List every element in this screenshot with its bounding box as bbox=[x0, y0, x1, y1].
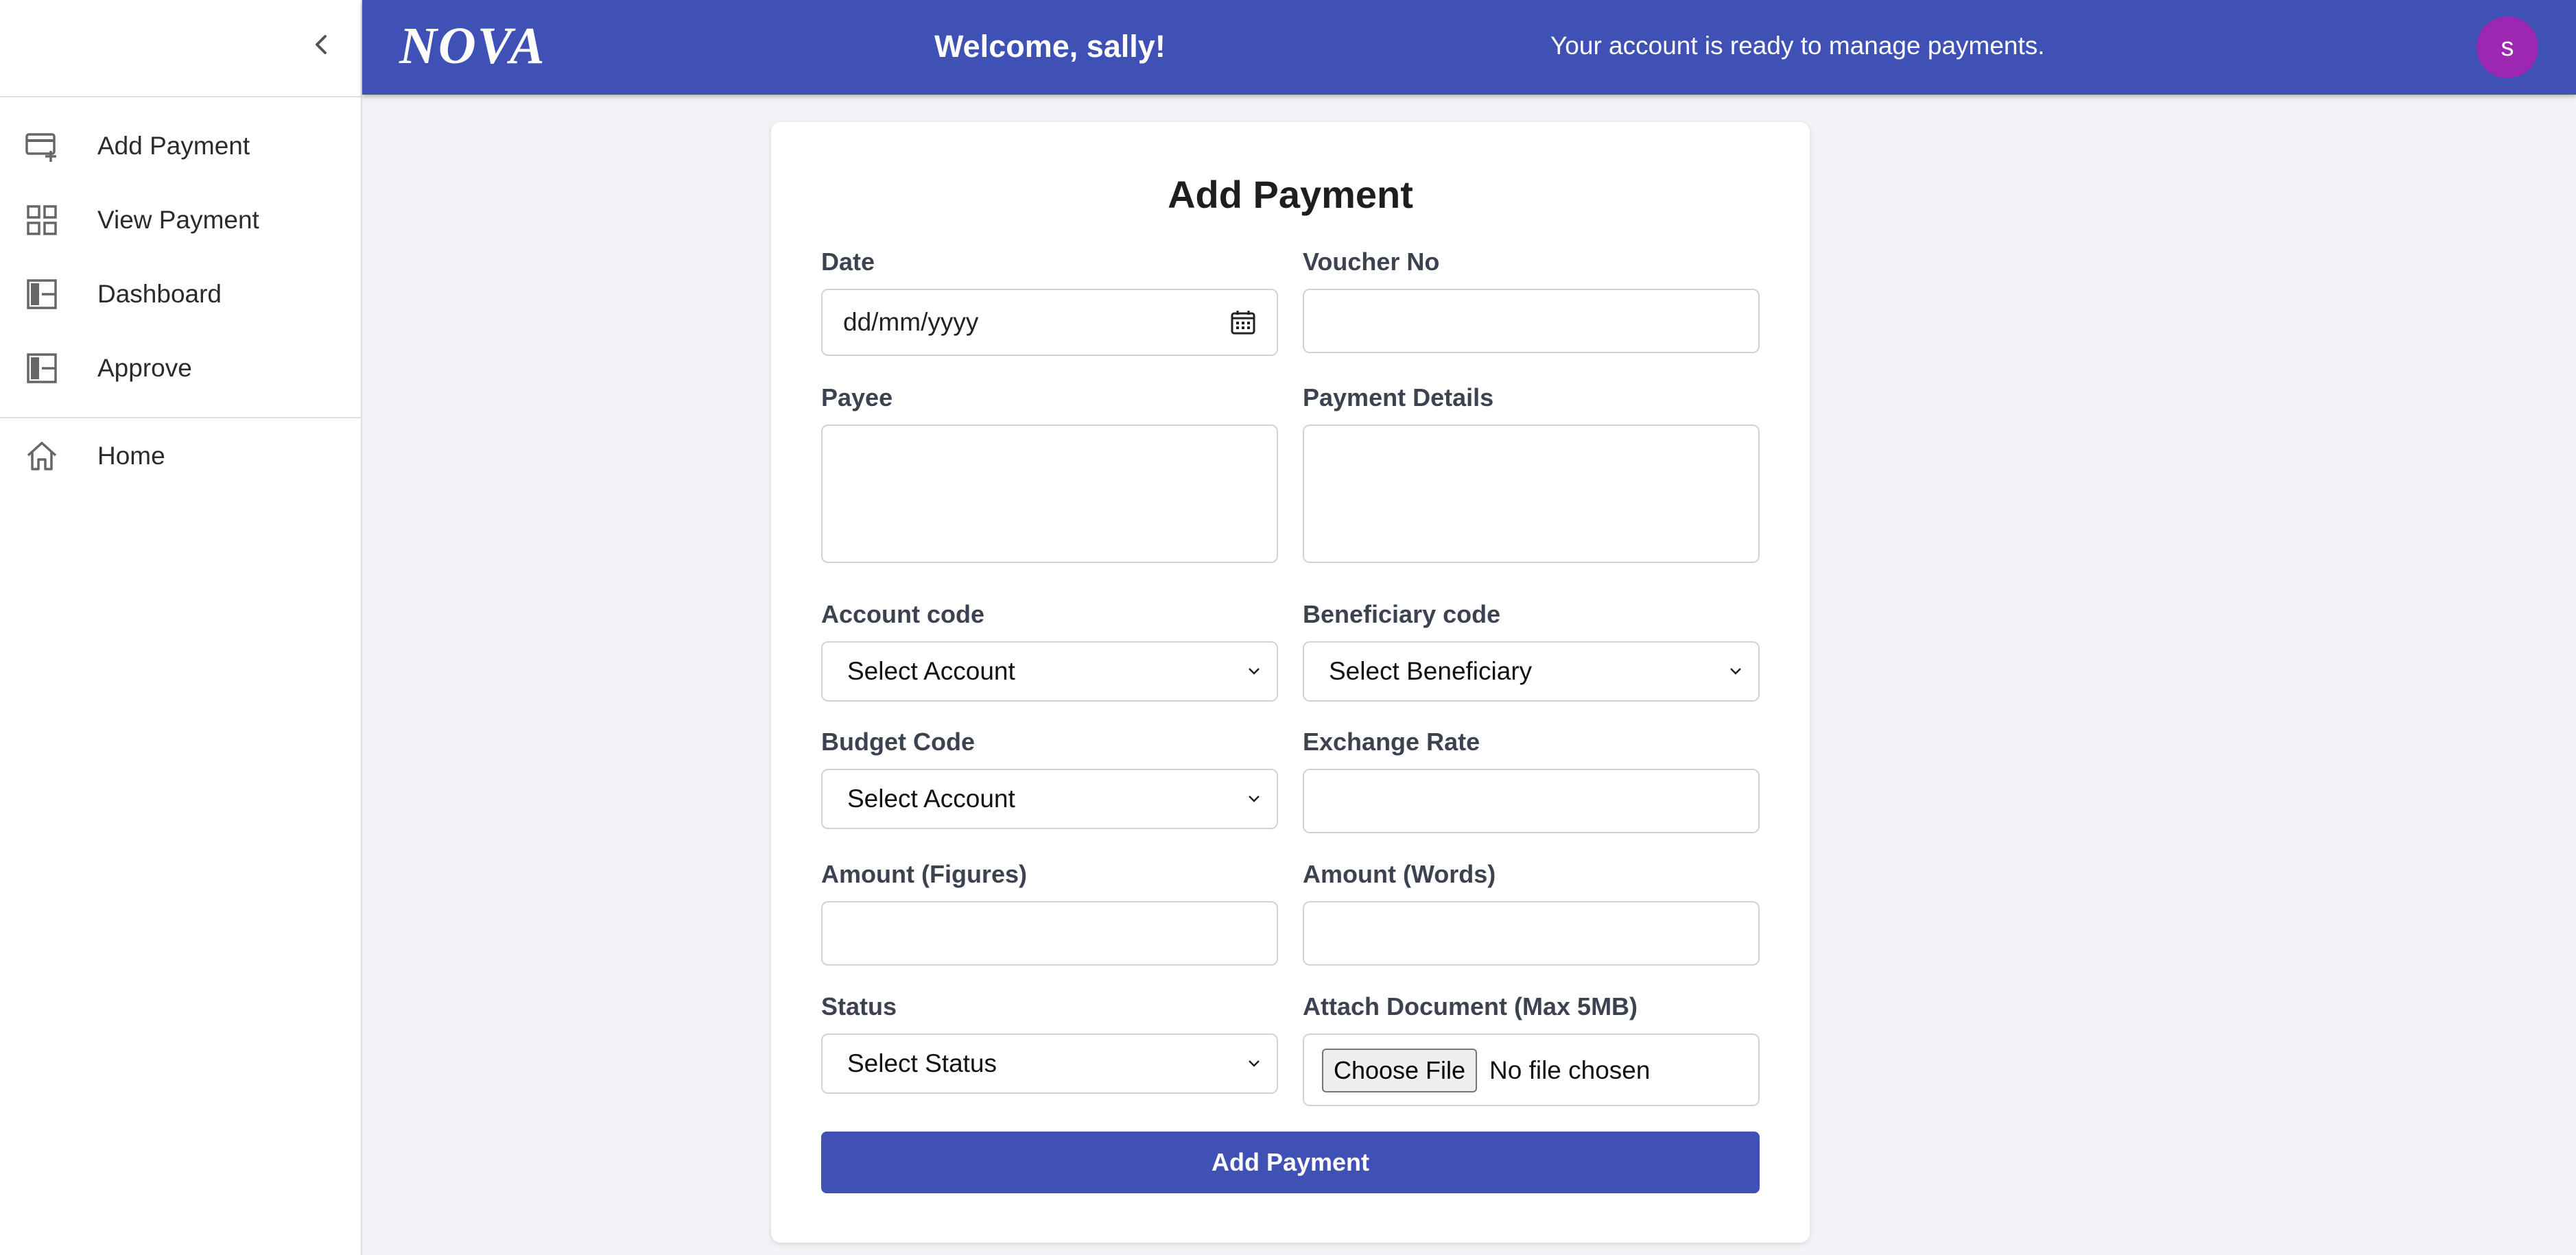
attach-document-input[interactable]: Choose File No file chosen bbox=[1303, 1033, 1760, 1106]
voucher-no-input[interactable] bbox=[1303, 289, 1760, 353]
sidebar-item-label: Add Payment bbox=[97, 132, 250, 160]
sidebar-item-label: Dashboard bbox=[97, 280, 222, 308]
add-payment-card: Add Payment Date dd/mm/yyyy Voucher No P… bbox=[771, 122, 1810, 1243]
beneficiary-code-label: Beneficiary code bbox=[1303, 600, 1501, 628]
exchange-rate-label: Exchange Rate bbox=[1303, 728, 1480, 756]
choose-file-button[interactable]: Choose File bbox=[1322, 1049, 1477, 1092]
chevron-down-icon bbox=[1249, 1060, 1260, 1067]
add-payment-submit-button[interactable]: Add Payment bbox=[821, 1132, 1760, 1193]
status-selected: Select Status bbox=[847, 1049, 997, 1077]
amount-words-label: Amount (Words) bbox=[1303, 860, 1496, 888]
calendar-icon[interactable] bbox=[1230, 309, 1256, 335]
beneficiary-code-selected: Select Beneficiary bbox=[1329, 657, 1533, 685]
payment-details-textarea[interactable] bbox=[1303, 425, 1760, 563]
sidebar-divider bbox=[0, 417, 361, 418]
page-title: Add Payment bbox=[1168, 173, 1413, 216]
sidebar-item-label: View Payment bbox=[97, 206, 259, 234]
sidebar-item-label: Home bbox=[97, 442, 165, 470]
payee-label: Payee bbox=[821, 383, 893, 411]
file-status-text: No file chosen bbox=[1489, 1056, 1651, 1084]
chevron-left-icon bbox=[316, 35, 327, 54]
amount-figures-label: Amount (Figures) bbox=[821, 860, 1027, 888]
date-placeholder: dd/mm/yyyy bbox=[843, 308, 979, 336]
card-plus-icon bbox=[25, 133, 56, 162]
budget-code-selected: Select Account bbox=[847, 785, 1015, 813]
voucher-no-label: Voucher No bbox=[1303, 248, 1440, 276]
collapse-sidebar-button[interactable] bbox=[305, 27, 339, 62]
amount-words-input[interactable] bbox=[1303, 901, 1760, 966]
account-code-selected: Select Account bbox=[847, 657, 1015, 685]
dashboard-icon bbox=[27, 353, 57, 383]
top-header: NOVA Welcome, sally! Your account is rea… bbox=[362, 0, 2576, 95]
account-code-select[interactable]: Select Account bbox=[821, 641, 1278, 702]
app-logo[interactable]: NOVA bbox=[399, 15, 546, 77]
attach-document-label: Attach Document (Max 5MB) bbox=[1303, 992, 1638, 1020]
sidebar-item-approve[interactable]: Approve bbox=[0, 335, 361, 401]
date-label: Date bbox=[821, 248, 875, 276]
chevron-down-icon bbox=[1730, 668, 1741, 675]
budget-code-select[interactable]: Select Account bbox=[821, 769, 1278, 829]
chevron-down-icon bbox=[1249, 796, 1260, 802]
payee-textarea[interactable] bbox=[821, 425, 1278, 563]
budget-code-label: Budget Code bbox=[821, 728, 975, 756]
account-code-label: Account code bbox=[821, 600, 985, 628]
grid-icon bbox=[27, 205, 57, 235]
account-status-message: Your account is ready to manage payments… bbox=[1550, 32, 2045, 60]
date-input[interactable]: dd/mm/yyyy bbox=[821, 289, 1278, 356]
home-icon bbox=[27, 442, 57, 470]
sidebar-item-home[interactable]: Home bbox=[0, 422, 361, 488]
chevron-down-icon bbox=[1249, 668, 1260, 675]
amount-figures-input[interactable] bbox=[821, 901, 1278, 966]
user-avatar[interactable]: s bbox=[2477, 16, 2538, 78]
sidebar-item-view-payment[interactable]: View Payment bbox=[0, 187, 361, 252]
beneficiary-code-select[interactable]: Select Beneficiary bbox=[1303, 641, 1760, 702]
sidebar: Add Payment View Payment Dashboard Appro… bbox=[0, 0, 362, 1255]
sidebar-item-add-payment[interactable]: Add Payment bbox=[0, 112, 361, 178]
sidebar-item-label: Approve bbox=[97, 354, 192, 382]
exchange-rate-input[interactable] bbox=[1303, 769, 1760, 833]
sidebar-item-dashboard[interactable]: Dashboard bbox=[0, 261, 361, 326]
dashboard-icon bbox=[27, 279, 57, 309]
status-select[interactable]: Select Status bbox=[821, 1033, 1278, 1094]
sidebar-header bbox=[0, 0, 361, 97]
welcome-message: Welcome, sally! bbox=[934, 29, 1166, 64]
payment-details-label: Payment Details bbox=[1303, 383, 1494, 411]
status-label: Status bbox=[821, 992, 897, 1020]
